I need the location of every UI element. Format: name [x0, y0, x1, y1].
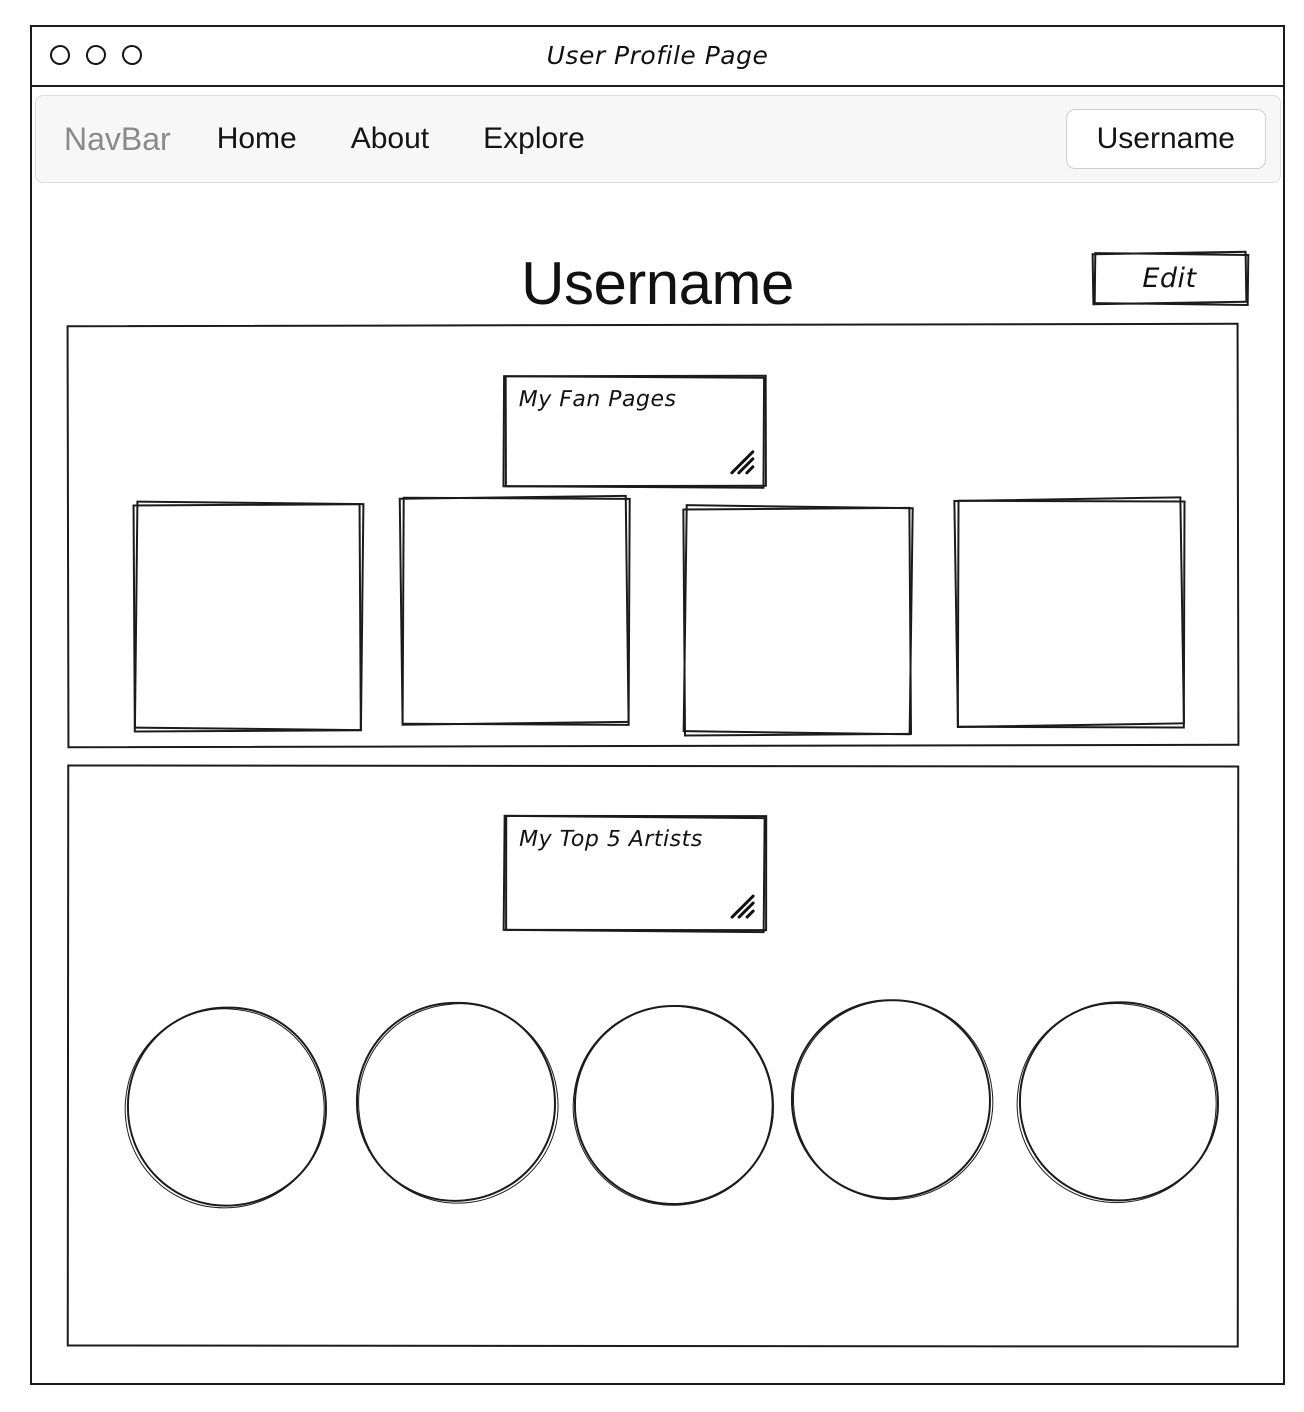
fan-page-item[interactable]	[953, 496, 1186, 729]
nav-link-home[interactable]: Home	[217, 122, 297, 156]
navbar-brand: NavBar	[64, 120, 171, 157]
artist-item-border-sketch	[114, 998, 335, 1219]
edit-profile-button[interactable]: Edit	[1091, 250, 1250, 306]
resize-grip-icon[interactable]	[729, 893, 755, 919]
artist-item[interactable]	[345, 990, 572, 1217]
fan-page-item-border-sketch	[401, 496, 631, 726]
artist-item-border-sketch	[1005, 991, 1229, 1215]
artist-item[interactable]	[556, 989, 789, 1222]
fan-page-item[interactable]	[132, 500, 365, 733]
fan-page-item[interactable]	[682, 504, 914, 737]
top-artists-label-box[interactable]: My Top 5 Artists	[502, 814, 768, 934]
fan-page-item[interactable]	[398, 494, 631, 726]
fan-page-item-border-sketch	[682, 506, 913, 737]
fan-pages-section: My Fan Pages	[66, 322, 1240, 749]
fan-page-item-border-sketch	[956, 499, 1186, 729]
navbar: NavBar Home About Explore Username	[35, 95, 1281, 183]
top-artists-label-text: My Top 5 Artists	[519, 826, 703, 853]
edit-button-label: Edit	[1142, 262, 1197, 294]
artist-item[interactable]	[1005, 991, 1229, 1215]
artist-item[interactable]	[783, 990, 1003, 1210]
fan-pages-label-box[interactable]: My Fan Pages	[502, 374, 767, 489]
resize-grip-icon[interactable]	[729, 449, 755, 475]
window-title: User Profile Page	[546, 41, 769, 70]
browser-window-frame: User Profile Page NavBar Home About Expl…	[30, 25, 1285, 1385]
top-artists-section: My Top 5 Artists	[66, 764, 1240, 1348]
artist-item-border-sketch	[783, 990, 1003, 1210]
artist-item[interactable]	[114, 998, 335, 1219]
window-title-bar: User Profile Page	[32, 27, 1283, 87]
nav-link-explore[interactable]: Explore	[483, 122, 585, 156]
nav-link-about[interactable]: About	[351, 122, 429, 156]
artist-item-border-sketch	[556, 989, 789, 1222]
navbar-account-button[interactable]: Username	[1065, 109, 1266, 169]
artist-item-border-sketch	[345, 990, 572, 1217]
fan-pages-label-text: My Fan Pages	[518, 386, 677, 413]
fan-page-item-border-sketch	[132, 503, 362, 733]
